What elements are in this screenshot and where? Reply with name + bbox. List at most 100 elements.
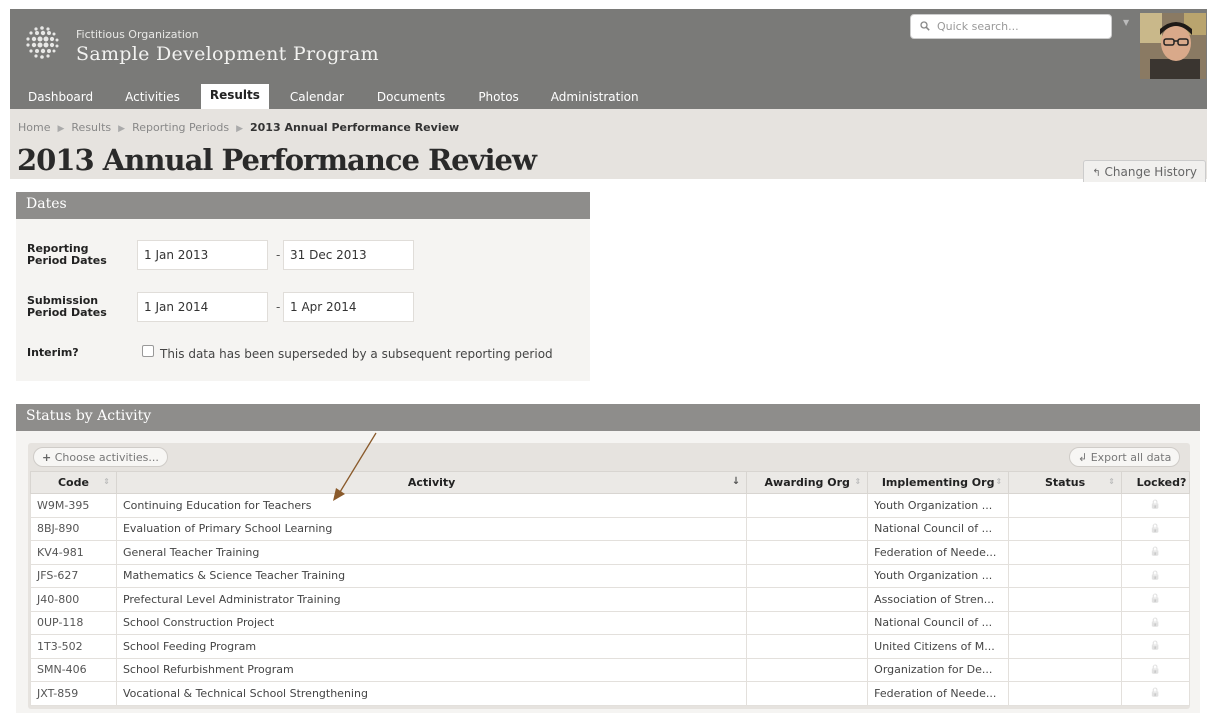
activity-cell[interactable]: School Construction Project xyxy=(115,610,748,635)
lock-icon[interactable]: 🔒 xyxy=(1150,547,1161,557)
column-header-awarding-org[interactable]: Awarding Org ⇕ xyxy=(746,471,869,494)
column-header-code[interactable]: Code ⇕ xyxy=(30,471,117,494)
nav-dashboard[interactable]: Dashboard xyxy=(28,85,93,109)
sort-icon: ⇕ xyxy=(1108,477,1115,486)
choose-activities-button[interactable]: + Choose activities... xyxy=(33,447,168,467)
reporting-end-date-input[interactable]: 31 Dec 2013 xyxy=(283,240,414,270)
locked-cell: 🔒 xyxy=(1121,493,1190,518)
plus-icon: + xyxy=(42,451,52,464)
activity-cell[interactable]: Mathematics & Science Teacher Training xyxy=(115,563,748,588)
main-nav: Dashboard Activities Results Calendar Do… xyxy=(10,84,639,109)
table-row[interactable]: 0UP-118 School Construction Project Nation… xyxy=(30,610,1190,635)
activity-cell[interactable]: Evaluation of Primary School Learning xyxy=(115,516,748,541)
awarding-org-cell xyxy=(746,516,869,541)
implementing-org-cell: Federation of Neede... xyxy=(867,681,1010,706)
nav-results[interactable]: Results xyxy=(200,84,269,109)
change-history-label: Change History xyxy=(1104,165,1197,179)
awarding-org-cell xyxy=(746,634,869,659)
app-header: Fictitious Organization Sample Developme… xyxy=(10,9,1207,109)
activity-table: Code ⇕ Activity ↓ Awarding Org ⇕ Implementi… xyxy=(30,471,1190,706)
lock-icon[interactable]: 🔒 xyxy=(1150,500,1161,510)
nav-documents[interactable]: Documents xyxy=(377,85,445,109)
table-row[interactable]: SMN-406 School Refurbishment Program Organ… xyxy=(30,657,1190,682)
status-cell xyxy=(1008,516,1122,541)
code-cell: 1T3-502 xyxy=(30,634,117,659)
status-cell xyxy=(1008,540,1122,565)
submission-start-date-input[interactable]: 1 Jan 2014 xyxy=(137,292,268,322)
breadcrumb-home[interactable]: Home xyxy=(18,121,50,134)
table-row[interactable]: KV4-981 General Teacher Training Federatio… xyxy=(30,540,1190,565)
lock-icon[interactable]: 🔒 xyxy=(1150,594,1161,604)
column-label: Code xyxy=(57,476,89,489)
search-placeholder: Quick search... xyxy=(937,20,1019,33)
sort-icon: ⇕ xyxy=(854,477,862,486)
code-cell: SMN-406 xyxy=(30,657,117,682)
column-label: Status xyxy=(1044,476,1086,489)
table-row[interactable]: 1T3-502 School Feeding Program United Citi… xyxy=(30,634,1190,659)
user-menu-caret-icon[interactable]: ▼ xyxy=(1123,18,1129,27)
undo-icon: ↰ xyxy=(1092,168,1101,179)
breadcrumb-current: 2013 Annual Performance Review xyxy=(250,121,460,134)
lock-icon[interactable]: 🔒 xyxy=(1150,688,1161,698)
breadcrumb-separator-icon: ▶ xyxy=(236,124,243,134)
lock-icon[interactable]: 🔒 xyxy=(1150,618,1161,628)
dates-panel-header: Dates xyxy=(16,192,590,219)
locked-cell: 🔒 xyxy=(1121,610,1190,635)
status-cell xyxy=(1008,587,1122,612)
nav-calendar[interactable]: Calendar xyxy=(290,85,344,109)
interim-label: Interim? xyxy=(27,346,79,359)
breadcrumb-separator-icon: ▶ xyxy=(57,124,65,134)
nav-administration[interactable]: Administration xyxy=(551,85,639,109)
interim-description: This data has been superseded by a subse… xyxy=(160,347,553,361)
nav-activities[interactable]: Activities xyxy=(125,85,180,109)
submission-period-label: Submission Period Dates xyxy=(27,294,107,319)
implementing-org-cell: Federation of Neede... xyxy=(867,540,1010,565)
locked-cell: 🔒 xyxy=(1121,587,1190,612)
page-header: Home ▶ Results ▶ Reporting Periods ▶ 2013 Annu… xyxy=(10,109,1207,182)
status-cell xyxy=(1008,634,1122,659)
table-row[interactable]: J40-800 Prefectural Level Administrator T… xyxy=(30,587,1190,612)
program-name[interactable]: Sample Development Program xyxy=(76,43,379,65)
export-all-data-button[interactable]: ↲ Export all data xyxy=(1069,447,1181,467)
lock-icon[interactable]: 🔒 xyxy=(1150,665,1161,675)
awarding-org-cell xyxy=(746,610,869,635)
status-cell xyxy=(1008,610,1122,635)
export-icon: ↲ xyxy=(1078,451,1088,464)
submission-end-date-input[interactable]: 1 Apr 2014 xyxy=(283,292,414,322)
table-row[interactable]: W9M-395 Continuing Education for Teachers… xyxy=(30,493,1190,518)
activity-cell[interactable]: Continuing Education for Teachers xyxy=(115,493,748,518)
column-header-activity[interactable]: Activity ↓ xyxy=(115,471,748,494)
column-label: Locked? xyxy=(1136,476,1187,489)
activity-cell[interactable]: Prefectural Level Administrator Training xyxy=(115,587,748,612)
status-cell xyxy=(1008,493,1122,518)
nav-photos[interactable]: Photos xyxy=(478,85,518,109)
status-cell xyxy=(1008,657,1122,682)
interim-checkbox[interactable] xyxy=(142,345,154,357)
table-row[interactable]: JXT-859 Vocational & Technical School Str… xyxy=(30,681,1190,706)
column-header-status[interactable]: Status ⇕ xyxy=(1008,471,1122,494)
lock-icon[interactable]: 🔒 xyxy=(1150,571,1161,581)
breadcrumb-reporting-periods[interactable]: Reporting Periods xyxy=(132,121,229,134)
change-history-button[interactable]: ↰ Change History xyxy=(1083,160,1206,182)
lock-icon[interactable]: 🔒 xyxy=(1150,524,1161,534)
awarding-org-cell xyxy=(746,587,869,612)
organization-logo[interactable] xyxy=(22,23,62,63)
locked-cell: 🔒 xyxy=(1121,516,1190,541)
column-header-locked[interactable]: Locked? xyxy=(1121,471,1190,494)
table-row[interactable]: 8BJ-890 Evaluation of Primary School Lear… xyxy=(30,516,1190,541)
user-avatar[interactable] xyxy=(1140,13,1206,79)
lock-icon[interactable]: 🔒 xyxy=(1150,641,1161,651)
reporting-period-label: Reporting Period Dates xyxy=(27,242,107,267)
activity-cell[interactable]: School Feeding Program xyxy=(115,634,748,659)
reporting-start-date-input[interactable]: 1 Jan 2013 xyxy=(137,240,268,270)
column-header-implementing-org[interactable]: Implementing Org ⇕ xyxy=(867,471,1010,494)
code-cell: KV4-981 xyxy=(30,540,117,565)
implementing-org-cell: United Citizens of M... xyxy=(867,634,1010,659)
table-row[interactable]: JFS-627 Mathematics & Science Teacher Tra… xyxy=(30,563,1190,588)
activity-cell[interactable]: General Teacher Training xyxy=(115,540,748,565)
activity-cell[interactable]: School Refurbishment Program xyxy=(115,657,748,682)
breadcrumb-results[interactable]: Results xyxy=(71,121,111,134)
activity-cell[interactable]: Vocational & Technical School Strengthen… xyxy=(115,681,748,706)
sort-descending-icon: ↓ xyxy=(731,476,741,487)
quick-search-input[interactable]: Quick search... xyxy=(910,14,1112,39)
